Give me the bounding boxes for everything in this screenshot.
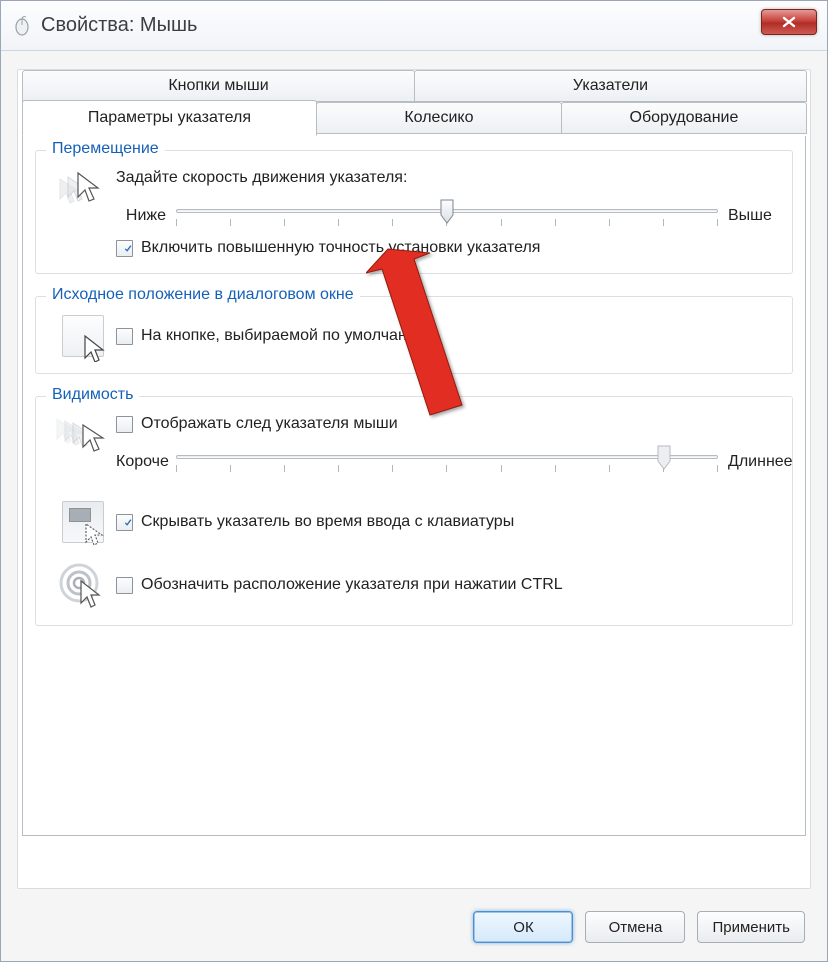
pointer-speed-label: Задайте скорость движения указателя: [116, 169, 778, 187]
slider-min-label: Ниже [116, 207, 176, 225]
trail-label: Отображать след указателя мыши [141, 415, 398, 433]
ctrl-locate-checkbox[interactable] [116, 577, 133, 594]
pointer-speed-slider[interactable]: Ниже [116, 201, 778, 231]
trail-checkbox[interactable] [116, 416, 133, 433]
close-button[interactable] [761, 9, 817, 35]
hide-cursor-label: Скрывать указатель во время ввода с клав… [141, 513, 514, 531]
ctrl-locate-icon [50, 561, 116, 609]
group-snap-legend: Исходное положение в диалоговом окне [46, 286, 360, 304]
trail-length-slider: Короче Длиннее [116, 447, 778, 477]
group-motion: Перемещение Задайте скорость движения ук… [35, 150, 793, 274]
group-visibility: Видимость Отображать след ука [35, 396, 793, 626]
tab-row-2: Параметры указателя Колесико Оборудовани… [22, 102, 806, 136]
mouse-icon [11, 15, 33, 37]
dialog-client: Кнопки мыши Указатели Параметры указател… [17, 69, 811, 889]
group-motion-legend: Перемещение [46, 140, 165, 158]
hide-cursor-icon [50, 501, 116, 543]
snap-icon [50, 315, 116, 357]
tab-row-1: Кнопки мыши Указатели [22, 70, 806, 102]
ok-button[interactable]: ОК [473, 911, 573, 943]
group-visibility-legend: Видимость [46, 386, 139, 404]
dialog-button-bar: ОК Отмена Применить [473, 911, 805, 943]
snap-label: На кнопке, выбираемой по умолчанию [141, 327, 428, 345]
tab-hardware[interactable]: Оборудование [561, 102, 807, 134]
tab-pointers[interactable]: Указатели [414, 70, 807, 102]
slider-max-label: Выше [718, 207, 778, 225]
snap-checkbox[interactable] [116, 328, 133, 345]
hide-cursor-checkbox[interactable] [116, 514, 133, 531]
trail-max-label: Длиннее [718, 453, 778, 471]
tab-pointer-options[interactable]: Параметры указателя [22, 100, 317, 136]
dialog-window: Свойства: Мышь Кнопки мыши Указатели Пар… [0, 0, 828, 962]
enhance-precision-checkbox[interactable] [116, 240, 133, 257]
enhance-precision-label: Включить повышенную точность установки у… [141, 239, 540, 257]
trail-min-label: Короче [116, 453, 176, 471]
apply-button[interactable]: Применить [697, 911, 805, 943]
group-snap: Исходное положение в диалоговом окне На … [35, 296, 793, 374]
titlebar: Свойства: Мышь [1, 1, 827, 51]
cancel-button[interactable]: Отмена [585, 911, 685, 943]
window-title: Свойства: Мышь [41, 14, 197, 37]
pointer-speed-icon [50, 169, 116, 209]
ctrl-locate-label: Обозначить расположение указателя при на… [141, 576, 563, 594]
tab-buttons[interactable]: Кнопки мыши [22, 70, 415, 102]
tab-content: Перемещение Задайте скорость движения ук… [22, 136, 806, 836]
tab-wheel[interactable]: Колесико [316, 102, 562, 134]
trail-icon [50, 415, 116, 457]
